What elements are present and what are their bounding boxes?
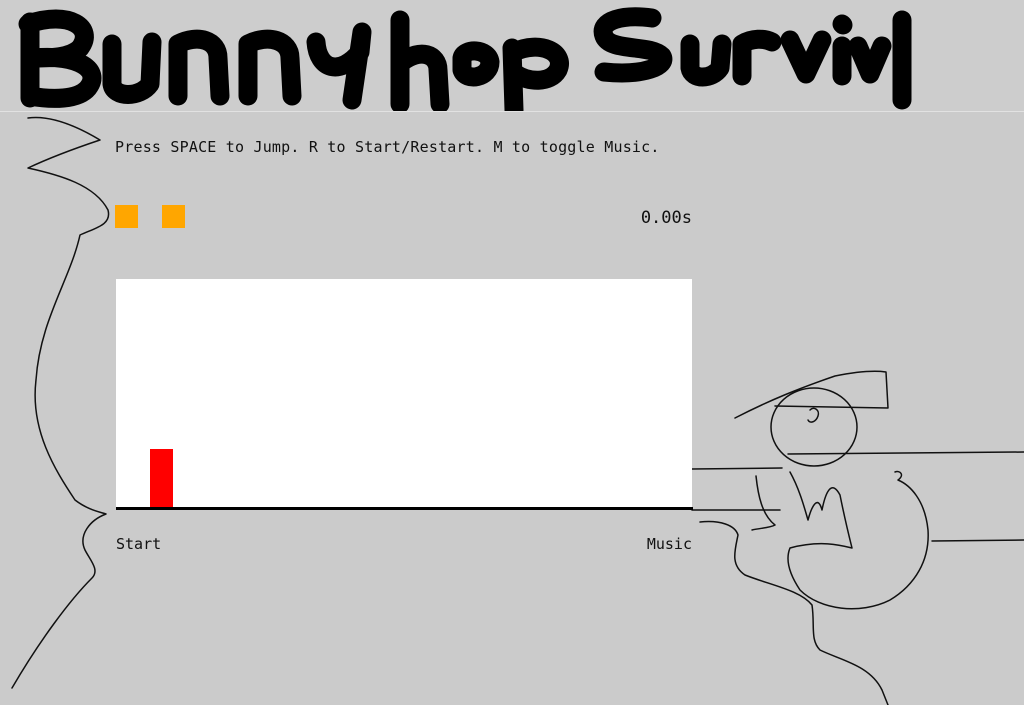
title-banner: [0, 0, 1024, 112]
start-button[interactable]: Start: [116, 535, 161, 553]
game-canvas[interactable]: [116, 279, 692, 507]
ground-line: [116, 507, 693, 510]
figure-body: [787, 470, 929, 610]
music-toggle-button[interactable]: Music: [600, 535, 692, 553]
left-doodle-line: [11, 116, 110, 689]
game-stage: Press SPACE to Jump. R to Start/Restart.…: [0, 0, 1024, 705]
player-bunny: [150, 449, 173, 507]
figure-hat: [734, 370, 889, 419]
instructions-text: Press SPACE to Jump. R to Start/Restart.…: [115, 138, 660, 156]
figure-head: [770, 387, 858, 467]
timer-display: 0.00s: [640, 208, 692, 228]
life-marker-1: [115, 205, 138, 228]
handwritten-title-logo: [18, 7, 912, 111]
figure-eye: [807, 407, 820, 423]
life-marker-2: [162, 205, 185, 228]
